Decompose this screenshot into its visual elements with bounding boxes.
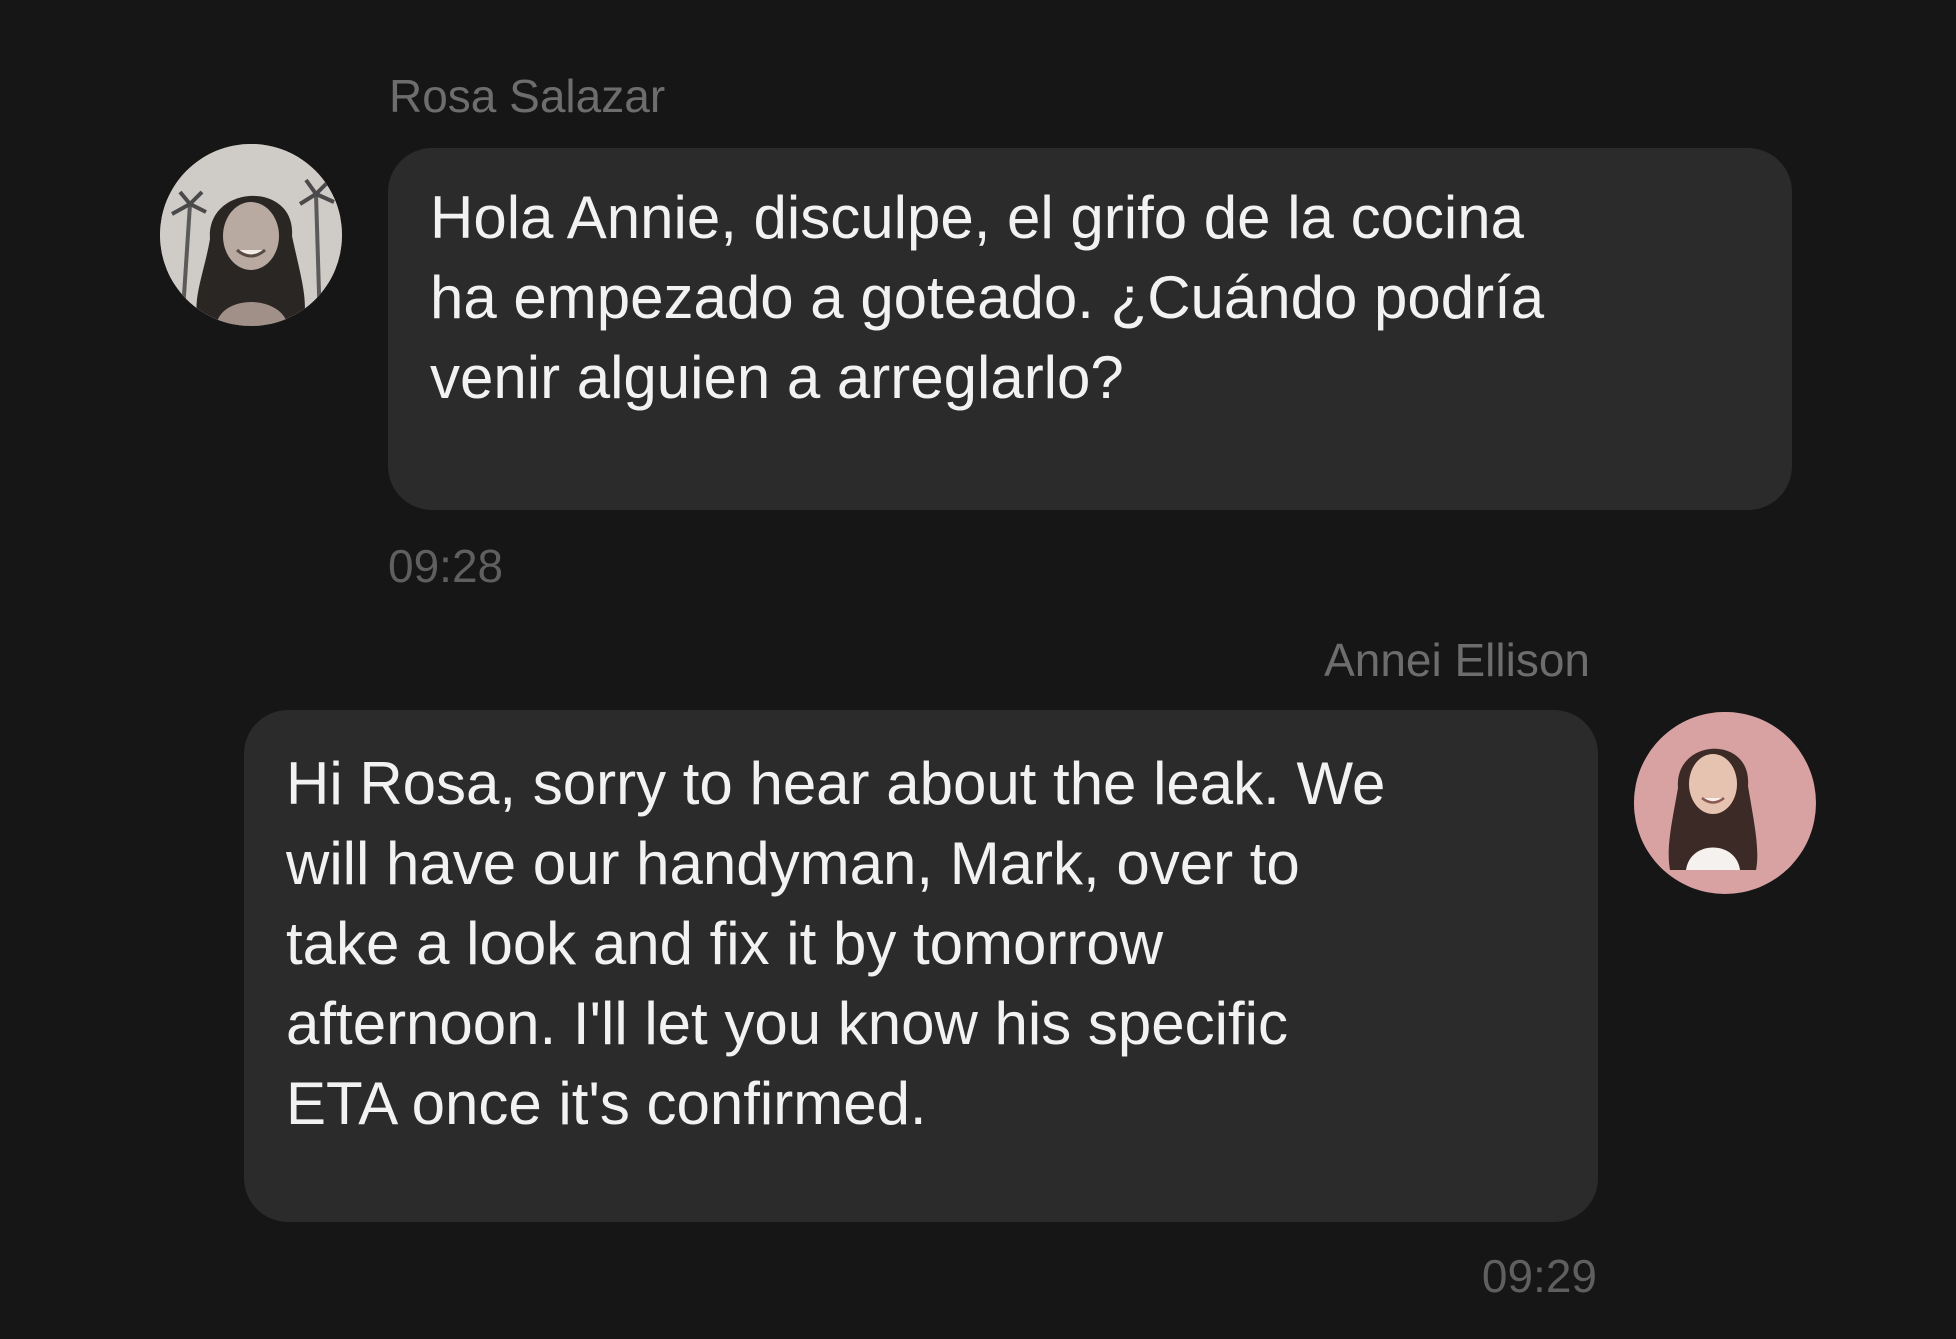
message-timestamp: 09:28	[388, 540, 504, 592]
chat-thread: Rosa Salazar Hola Annie, disculpe, el gr…	[0, 0, 1956, 1339]
user-photo-avatar[interactable]	[160, 144, 342, 326]
message-text: Hola Annie, disculpe, el grifo de la coc…	[430, 184, 1545, 411]
sender-name: Annei Ellison	[1324, 634, 1590, 686]
avatar-photo-icon	[1634, 712, 1792, 870]
message-bubble[interactable]: Hi Rosa, sorry to hear about the leak. W…	[244, 710, 1598, 1222]
sender-name: Rosa Salazar	[389, 70, 666, 122]
message-timestamp: 09:29	[1481, 1250, 1597, 1302]
avatar-photo-icon	[160, 144, 342, 326]
user-photo-avatar[interactable]	[1634, 712, 1816, 894]
message-text: Hi Rosa, sorry to hear about the leak. W…	[286, 750, 1386, 1137]
message-bubble[interactable]: Hola Annie, disculpe, el grifo de la coc…	[388, 148, 1792, 510]
